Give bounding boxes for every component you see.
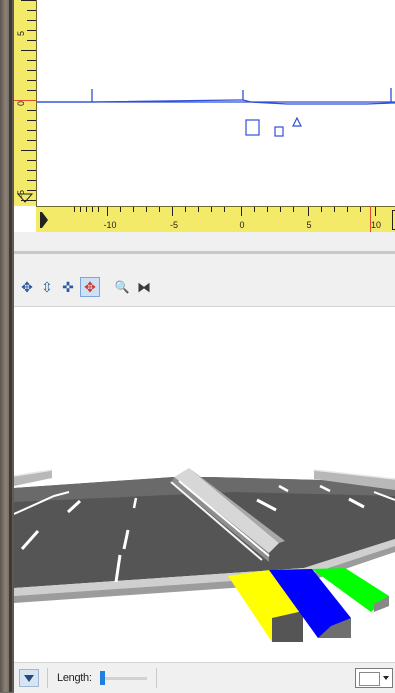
control-point-square [245, 119, 260, 136]
h-ruler-label: -5 [169, 220, 179, 230]
ruler-marker-icon[interactable] [17, 193, 33, 203]
color-swatch [359, 672, 380, 686]
h-ruler-cursor [370, 206, 371, 232]
v-ruler-label: 5 [16, 30, 26, 36]
v-ruler-label: 0 [16, 100, 26, 106]
orbit-tool-icon[interactable]: ✥ [80, 277, 100, 297]
h-ruler-label: 0 [239, 220, 245, 230]
control-point-square [274, 126, 284, 137]
panel-splitter[interactable] [14, 232, 395, 270]
fit-view-tool-icon[interactable]: ⧓ [134, 277, 154, 297]
h-ruler-label: 5 [306, 220, 312, 230]
length-slider[interactable] [101, 677, 147, 680]
ruler-start-marker[interactable] [40, 212, 48, 228]
h-ruler-label: -10 [103, 220, 117, 230]
color-picker[interactable] [355, 668, 393, 688]
road-3d-scene[interactable] [14, 306, 395, 662]
collapse-button[interactable] [19, 669, 39, 687]
profile-panel[interactable]: 5 0 -5 -10 -5 0 5 10 [14, 0, 395, 233]
rotate-tool-icon[interactable]: ✥ [17, 277, 37, 297]
move-vertical-tool-icon[interactable]: ⇳ [37, 277, 57, 297]
chevron-down-icon [24, 674, 34, 682]
dropdown-arrow-icon [383, 676, 389, 680]
control-point-triangle [292, 116, 302, 127]
horizontal-ruler[interactable]: -10 -5 0 5 10 [36, 206, 395, 233]
length-slider-thumb[interactable] [100, 671, 105, 685]
profile-plot[interactable] [37, 0, 395, 206]
road-editor-window: 5 0 -5 -10 -5 0 5 10 ✥ ⇳ ✜ ✥ 🔍 ⧓ Length: [14, 0, 395, 693]
pan-tool-icon[interactable]: ✜ [58, 277, 78, 297]
h-ruler-label: 10 [370, 220, 382, 230]
v-ruler-cursor [14, 100, 36, 101]
3d-viewer[interactable]: ✥ ⇳ ✜ ✥ 🔍 ⧓ [14, 270, 395, 662]
viewer-toolbar: ✥ ⇳ ✜ ✥ 🔍 ⧓ [14, 270, 395, 307]
vertical-ruler[interactable]: 5 0 -5 [14, 0, 37, 206]
length-label: Length: [57, 672, 92, 684]
status-bar: Length: [14, 662, 395, 693]
zoom-tool-icon[interactable]: 🔍 [112, 277, 132, 297]
background-window-edge [0, 0, 14, 692]
